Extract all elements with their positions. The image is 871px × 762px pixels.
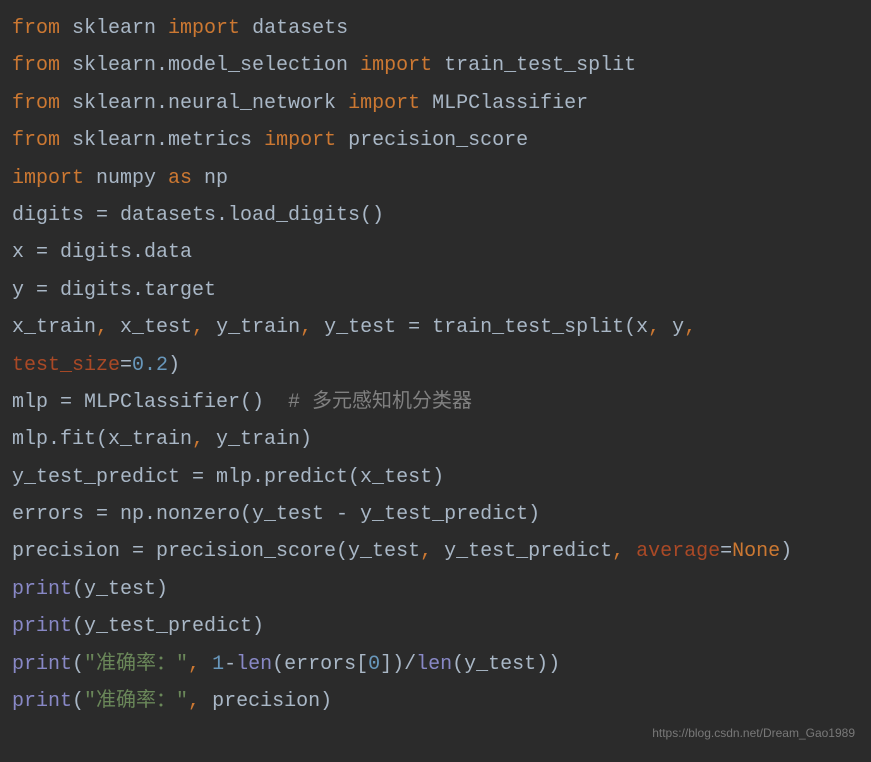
code-token: (errors[ — [272, 653, 368, 676]
code-token: numpy — [84, 167, 168, 190]
code-token: test_size — [12, 354, 120, 377]
code-token: ( — [72, 690, 84, 713]
code-token: 1 — [212, 653, 224, 676]
code-token: y — [672, 316, 684, 339]
code-token: np — [192, 167, 228, 190]
code-token: train_test_split — [432, 54, 636, 77]
code-line: y = digits.target — [12, 272, 859, 309]
code-token: None — [732, 540, 780, 563]
code-line: y_test_predict = mlp.predict(x_test) — [12, 459, 859, 496]
code-token: sklearn.metrics — [60, 129, 264, 152]
code-token: digits = datasets.load_digits() — [12, 204, 384, 227]
code-line: digits = datasets.load_digits() — [12, 197, 859, 234]
code-line: x = digits.data — [12, 234, 859, 271]
code-token: "准确率：" — [84, 653, 188, 676]
code-token: import — [12, 167, 84, 190]
code-line: x_train, x_test, y_train, y_test = train… — [12, 309, 859, 384]
code-token: print — [12, 578, 72, 601]
code-token: (y_test) — [72, 578, 168, 601]
code-token: len — [416, 653, 452, 676]
code-token: import — [168, 17, 240, 40]
code-token: sklearn — [60, 17, 168, 40]
code-token: y_test_predict — [444, 540, 612, 563]
code-token: "准确率：" — [84, 690, 188, 713]
code-token: # 多元感知机分类器 — [288, 391, 472, 414]
code-token: datasets — [240, 17, 348, 40]
code-token: = — [720, 540, 732, 563]
code-token: = — [120, 354, 132, 377]
code-token: , — [96, 316, 120, 339]
code-token: MLPClassifier — [420, 92, 588, 115]
code-token: as — [168, 167, 192, 190]
code-token: import — [264, 129, 336, 152]
code-line: from sklearn.model_selection import trai… — [12, 47, 859, 84]
code-token: print — [12, 690, 72, 713]
watermark-text: https://blog.csdn.net/Dream_Gao1989 — [652, 722, 855, 744]
code-token: x_train — [12, 316, 96, 339]
code-token: , — [612, 540, 636, 563]
code-token: sklearn.model_selection — [60, 54, 360, 77]
code-token: y_train — [216, 316, 300, 339]
code-token: print — [12, 653, 72, 676]
code-token: x_test — [120, 316, 192, 339]
code-token: , — [192, 316, 216, 339]
code-token: y = digits.target — [12, 279, 216, 302]
code-line: mlp = MLPClassifier() # 多元感知机分类器 — [12, 384, 859, 421]
code-line: from sklearn.metrics import precision_sc… — [12, 122, 859, 159]
code-token: , — [188, 653, 212, 676]
code-line: from sklearn import datasets — [12, 10, 859, 47]
code-token: mlp = MLPClassifier() — [12, 391, 288, 414]
code-token: , — [188, 690, 212, 713]
code-token: y_test = train_test_split(x — [324, 316, 648, 339]
code-token: from — [12, 92, 60, 115]
code-token: precision_score — [336, 129, 528, 152]
code-token: , — [192, 428, 216, 451]
code-token: ( — [72, 653, 84, 676]
code-token: ])/ — [380, 653, 416, 676]
code-line: mlp.fit(x_train, y_train) — [12, 421, 859, 458]
code-token: y_test_predict = mlp.predict(x_test) — [12, 466, 444, 489]
code-line: errors = np.nonzero(y_test - y_test_pred… — [12, 496, 859, 533]
code-line: print("准确率：", 1-len(errors[0])/len(y_tes… — [12, 646, 859, 683]
code-token: ) — [780, 540, 792, 563]
code-token: from — [12, 54, 60, 77]
code-token: , — [420, 540, 444, 563]
code-token: y_train) — [216, 428, 312, 451]
code-token: x = digits.data — [12, 241, 192, 264]
code-token: import — [348, 92, 420, 115]
code-token: from — [12, 129, 60, 152]
code-line: from sklearn.neural_network import MLPCl… — [12, 85, 859, 122]
code-token: from — [12, 17, 60, 40]
code-token: (y_test_predict) — [72, 615, 264, 638]
code-token: 0.2 — [132, 354, 168, 377]
code-token: sklearn.neural_network — [60, 92, 348, 115]
code-token: import — [360, 54, 432, 77]
code-line: import numpy as np — [12, 160, 859, 197]
code-token: precision) — [212, 690, 332, 713]
code-token: mlp.fit(x_train — [12, 428, 192, 451]
code-token: precision = precision_score(y_test — [12, 540, 420, 563]
code-editor: from sklearn import datasetsfrom sklearn… — [12, 10, 859, 720]
code-token: - — [224, 653, 236, 676]
code-line: precision = precision_score(y_test, y_te… — [12, 533, 859, 570]
code-token: (y_test)) — [452, 653, 560, 676]
code-token: len — [236, 653, 272, 676]
code-token: ) — [168, 354, 180, 377]
code-line: print(y_test) — [12, 571, 859, 608]
code-line: print("准确率：", precision) — [12, 683, 859, 720]
code-token: 0 — [368, 653, 380, 676]
code-token: , — [300, 316, 324, 339]
code-token: print — [12, 615, 72, 638]
code-token: , — [648, 316, 672, 339]
code-line: print(y_test_predict) — [12, 608, 859, 645]
code-token: average — [636, 540, 720, 563]
code-token: , — [684, 316, 708, 339]
code-token: errors = np.nonzero(y_test - y_test_pred… — [12, 503, 540, 526]
